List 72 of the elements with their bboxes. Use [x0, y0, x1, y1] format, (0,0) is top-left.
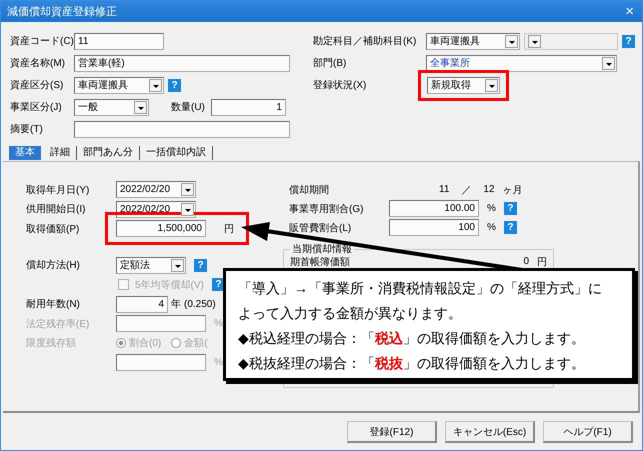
tab[interactable]: 詳細	[44, 146, 77, 160]
field-label: 法定残存率(E)	[26, 318, 90, 331]
help-icon[interactable]: ?	[168, 78, 181, 92]
field-label: 登録状況(X)	[313, 78, 368, 92]
unit-label: %	[214, 318, 223, 330]
field-label: 摘要(T)	[10, 122, 44, 136]
rate-text: (0.250)	[184, 298, 216, 310]
field-label: 取得価額(P)	[26, 222, 80, 236]
radio-label: 金額(	[184, 336, 208, 350]
help-icon[interactable]: ?	[194, 258, 207, 272]
unit-label: %	[487, 222, 496, 233]
field-label: 勘定科目／補助科目(K)	[313, 34, 418, 48]
dialog-button[interactable]: ヘルプ(F1)	[543, 421, 633, 443]
dialog-button[interactable]: 登録(F12)	[347, 421, 437, 443]
field-label: 部門(B)	[313, 56, 348, 70]
window-title: 減価償却資産登録修正	[7, 4, 117, 19]
input-field[interactable]: 11	[74, 32, 164, 50]
field-label: 償却方法(H)	[26, 258, 81, 272]
tab[interactable]: 一括償却内訳	[140, 146, 213, 160]
input-field[interactable]: 4	[116, 296, 168, 313]
dropdown[interactable]: 定額法	[116, 256, 186, 274]
field-label: 期首帳簿価額	[290, 256, 350, 268]
value-text: 0	[523, 256, 529, 267]
input-field[interactable]	[116, 354, 206, 372]
field-label: 耐用年数(N)	[26, 298, 81, 312]
unit-label: ヶ月	[502, 184, 523, 196]
help-icon[interactable]: ?	[212, 278, 225, 292]
callout-text: ◆税込経理の場合：「税込」の取得価額を入力します。	[238, 329, 586, 348]
date-field[interactable]: 2022/02/20	[116, 181, 196, 198]
tab[interactable]: 部門あん分	[77, 146, 140, 160]
field-label: 事業専用割合(G)	[289, 202, 364, 216]
dropdown[interactable]: 車両運搬具	[74, 76, 164, 94]
input-field[interactable]: 100.00	[389, 200, 479, 217]
callout-text: 「導入」→「事業所・消費税情報設定」の「経理方式」に	[238, 279, 603, 298]
separator-text: ／	[461, 184, 472, 196]
field-label: 資産区分(S)	[10, 78, 64, 92]
unit-label: %	[214, 357, 223, 368]
field-label: 事業区分(J)	[10, 100, 63, 114]
unit-label: 円	[224, 222, 234, 236]
callout-text: よって入力する金額が異なります。	[238, 304, 463, 323]
help-icon[interactable]: ?	[504, 221, 517, 234]
dropdown[interactable]: 車両運搬具	[426, 32, 520, 50]
input-field[interactable]: 営業車(軽)	[74, 54, 290, 72]
close-button[interactable]: ×	[621, 3, 638, 20]
unit-label: 円	[537, 256, 547, 268]
input-field[interactable]	[116, 315, 206, 332]
input-field[interactable]: 1	[210, 98, 286, 116]
help-icon[interactable]: ?	[504, 202, 517, 215]
unit-label: 年	[171, 298, 181, 312]
value-text: 12	[483, 184, 495, 195]
field-label: 数量(U)	[171, 101, 205, 114]
radio-label: 割合(0)	[129, 336, 162, 350]
field-label: 供用開始日(I)	[26, 203, 86, 216]
checkbox-label: 5年均等償却(V)	[135, 278, 204, 292]
dialog-button[interactable]: キャンセル(Esc)	[445, 421, 535, 443]
field-label: 販管費割合(L)	[289, 222, 352, 234]
input-field[interactable]: 1,500,000	[116, 220, 206, 238]
field-label: 限度残存額	[26, 336, 77, 350]
dropdown[interactable]: 全事業所	[426, 54, 617, 72]
field-label: 取得年月日(Y)	[26, 184, 90, 197]
value-text: 11	[439, 184, 450, 195]
input-field[interactable]: 100	[389, 219, 479, 236]
dropdown[interactable]: 新規取得	[427, 76, 500, 94]
callout-text: ◆税抜経理の場合：「税抜」の取得価額を入力します。	[238, 354, 586, 373]
field-label: 償却期間	[289, 184, 330, 196]
tab[interactable]: 基本	[9, 146, 42, 160]
field-label: 資産コード(C)	[10, 34, 74, 48]
unit-label: %	[487, 203, 496, 214]
field-label: 資産名称(M)	[10, 56, 66, 70]
dropdown[interactable]: 一般	[74, 98, 149, 116]
help-icon[interactable]: ?	[622, 34, 635, 48]
input-field[interactable]	[74, 120, 290, 138]
